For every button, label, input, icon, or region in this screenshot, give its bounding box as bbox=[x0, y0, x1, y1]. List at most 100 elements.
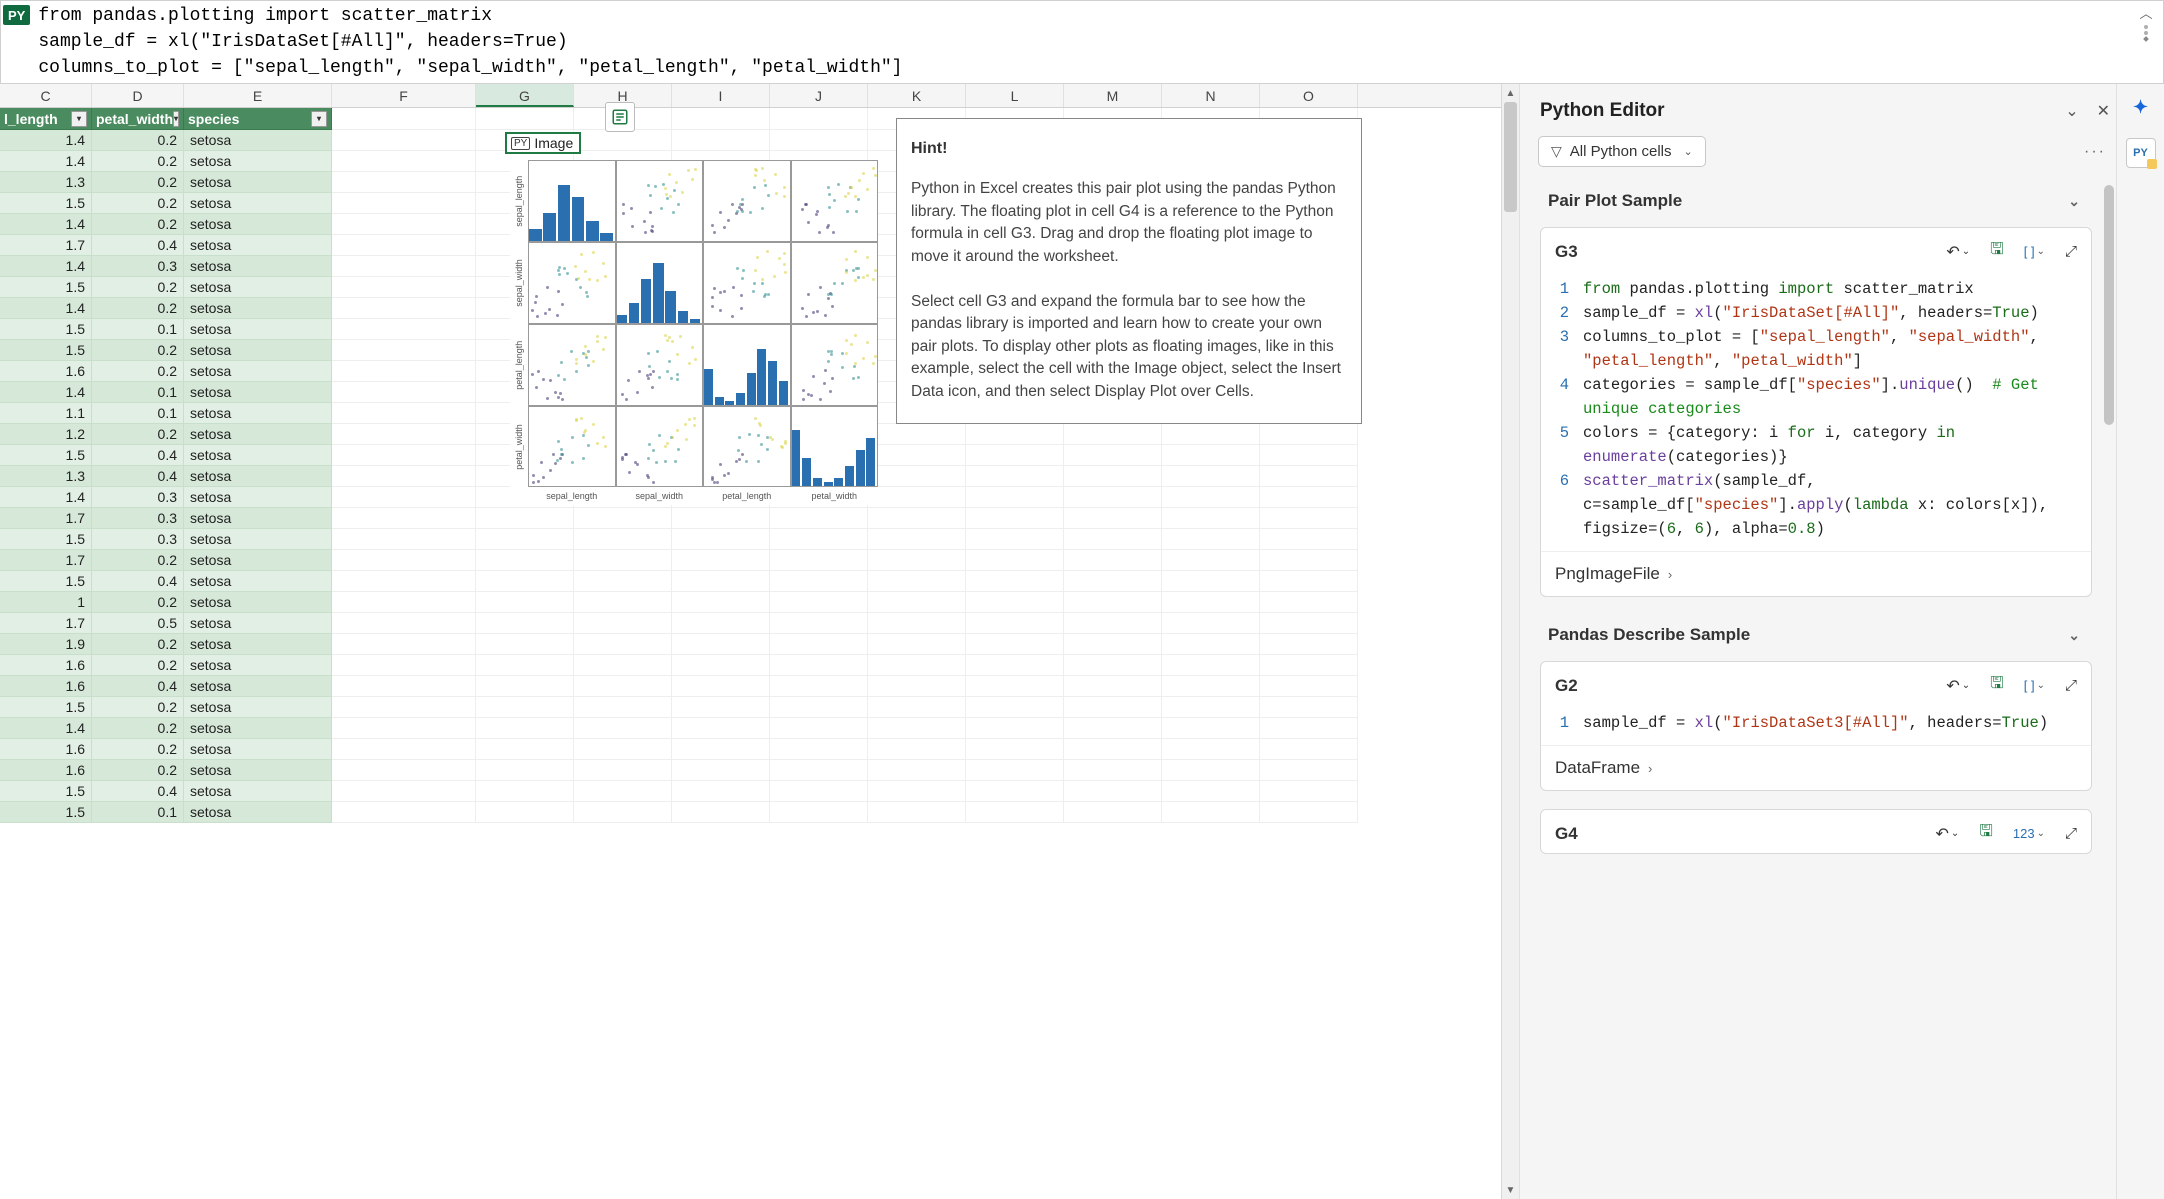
table-cell[interactable]: setosa bbox=[184, 193, 332, 214]
cell[interactable] bbox=[1260, 613, 1358, 634]
table-cell[interactable]: 1.5 bbox=[0, 445, 92, 466]
table-cell[interactable]: 0.2 bbox=[92, 193, 184, 214]
cell[interactable] bbox=[770, 508, 868, 529]
cell[interactable] bbox=[966, 445, 1064, 466]
table-cell[interactable]: 1.6 bbox=[0, 676, 92, 697]
cell[interactable] bbox=[966, 424, 1064, 445]
cell[interactable] bbox=[574, 760, 672, 781]
cell[interactable] bbox=[1162, 781, 1260, 802]
cell[interactable] bbox=[1162, 760, 1260, 781]
cell[interactable] bbox=[332, 634, 476, 655]
section-header[interactable]: Pandas Describe Sample⌄ bbox=[1538, 615, 2098, 655]
table-cell[interactable]: setosa bbox=[184, 445, 332, 466]
output-type-icon[interactable]: [ ] ⌄ bbox=[2024, 244, 2045, 259]
cell[interactable] bbox=[1162, 466, 1260, 487]
table-cell[interactable]: setosa bbox=[184, 214, 332, 235]
cell[interactable] bbox=[770, 802, 868, 823]
cell[interactable] bbox=[574, 634, 672, 655]
table-cell[interactable]: 1 bbox=[0, 592, 92, 613]
cell[interactable] bbox=[1162, 550, 1260, 571]
cell[interactable] bbox=[332, 256, 476, 277]
cell[interactable] bbox=[672, 108, 770, 130]
cell[interactable] bbox=[672, 655, 770, 676]
cell[interactable] bbox=[332, 466, 476, 487]
table-cell[interactable]: 0.2 bbox=[92, 634, 184, 655]
cell[interactable] bbox=[1260, 424, 1358, 445]
formula-collapse-icon[interactable]: ︿ bbox=[2139, 5, 2153, 19]
cell[interactable] bbox=[868, 613, 966, 634]
cell[interactable] bbox=[1162, 445, 1260, 466]
formula-bar[interactable]: PY from pandas.plotting import scatter_m… bbox=[0, 0, 2164, 84]
cell[interactable] bbox=[1064, 760, 1162, 781]
table-cell[interactable]: 0.3 bbox=[92, 256, 184, 277]
cell[interactable] bbox=[672, 529, 770, 550]
table-cell[interactable]: 0.2 bbox=[92, 172, 184, 193]
cell[interactable] bbox=[1064, 781, 1162, 802]
cell[interactable] bbox=[476, 802, 574, 823]
cell[interactable] bbox=[574, 718, 672, 739]
table-cell[interactable]: setosa bbox=[184, 235, 332, 256]
code-line[interactable]: sample_df = xl("IrisDataSet3[#All]", hea… bbox=[1583, 711, 2081, 735]
cell[interactable] bbox=[770, 760, 868, 781]
table-cell[interactable]: 0.2 bbox=[92, 130, 184, 151]
cell[interactable] bbox=[1064, 718, 1162, 739]
table-cell[interactable]: 1.7 bbox=[0, 550, 92, 571]
chevron-down-icon[interactable]: ⌄ bbox=[2068, 193, 2080, 210]
cell[interactable] bbox=[476, 718, 574, 739]
column-header-O[interactable]: O bbox=[1260, 84, 1358, 107]
column-header-I[interactable]: I bbox=[672, 84, 770, 107]
cell[interactable] bbox=[1064, 697, 1162, 718]
cell[interactable] bbox=[332, 487, 476, 508]
table-cell[interactable]: setosa bbox=[184, 634, 332, 655]
python-image-cell[interactable]: PY Image bbox=[505, 132, 581, 154]
column-header-M[interactable]: M bbox=[1064, 84, 1162, 107]
cell[interactable] bbox=[332, 172, 476, 193]
cell[interactable] bbox=[1162, 508, 1260, 529]
cell[interactable] bbox=[1260, 634, 1358, 655]
table-header[interactable]: petal_width▾ bbox=[92, 108, 184, 130]
table-cell[interactable]: 1.7 bbox=[0, 508, 92, 529]
cell[interactable] bbox=[332, 108, 476, 130]
table-cell[interactable]: 1.4 bbox=[0, 298, 92, 319]
code-line[interactable]: sample_df = xl("IrisDataSet[#All]", head… bbox=[1583, 301, 2081, 325]
table-cell[interactable]: 0.2 bbox=[92, 739, 184, 760]
column-header-E[interactable]: E bbox=[184, 84, 332, 107]
cell[interactable] bbox=[476, 592, 574, 613]
card-result[interactable]: DataFrame› bbox=[1541, 745, 2091, 790]
cell[interactable] bbox=[1064, 739, 1162, 760]
cell[interactable] bbox=[476, 613, 574, 634]
table-cell[interactable]: setosa bbox=[184, 529, 332, 550]
cell[interactable] bbox=[1260, 550, 1358, 571]
cell[interactable] bbox=[1260, 466, 1358, 487]
chevron-right-icon[interactable]: › bbox=[1648, 761, 1652, 776]
column-header-C[interactable]: C bbox=[0, 84, 92, 107]
table-cell[interactable]: setosa bbox=[184, 172, 332, 193]
save-icon[interactable]: 🖫 bbox=[1990, 238, 2004, 265]
table-cell[interactable]: setosa bbox=[184, 508, 332, 529]
table-cell[interactable]: 1.6 bbox=[0, 760, 92, 781]
cell[interactable] bbox=[1064, 613, 1162, 634]
cell[interactable] bbox=[332, 214, 476, 235]
cell[interactable] bbox=[1162, 613, 1260, 634]
table-cell[interactable]: setosa bbox=[184, 424, 332, 445]
cell[interactable] bbox=[966, 802, 1064, 823]
table-cell[interactable]: 0.2 bbox=[92, 214, 184, 235]
table-cell[interactable]: 0.4 bbox=[92, 445, 184, 466]
table-cell[interactable]: setosa bbox=[184, 277, 332, 298]
cell[interactable] bbox=[868, 445, 966, 466]
table-cell[interactable]: 0.2 bbox=[92, 340, 184, 361]
cell[interactable] bbox=[868, 424, 966, 445]
table-cell[interactable]: 0.2 bbox=[92, 361, 184, 382]
cell[interactable] bbox=[770, 781, 868, 802]
cell[interactable] bbox=[1260, 676, 1358, 697]
column-header-J[interactable]: J bbox=[770, 84, 868, 107]
close-icon[interactable]: ✕ bbox=[2097, 101, 2110, 121]
cell[interactable] bbox=[1064, 424, 1162, 445]
cell[interactable] bbox=[966, 718, 1064, 739]
cell[interactable] bbox=[672, 739, 770, 760]
table-cell[interactable]: setosa bbox=[184, 256, 332, 277]
table-header[interactable]: l_length▾ bbox=[0, 108, 92, 130]
table-cell[interactable]: 0.3 bbox=[92, 529, 184, 550]
pair-plot-image[interactable]: sepal_lengthsepal_widthpetal_lengthpetal… bbox=[510, 160, 878, 505]
chevron-right-icon[interactable]: › bbox=[1668, 567, 1672, 582]
